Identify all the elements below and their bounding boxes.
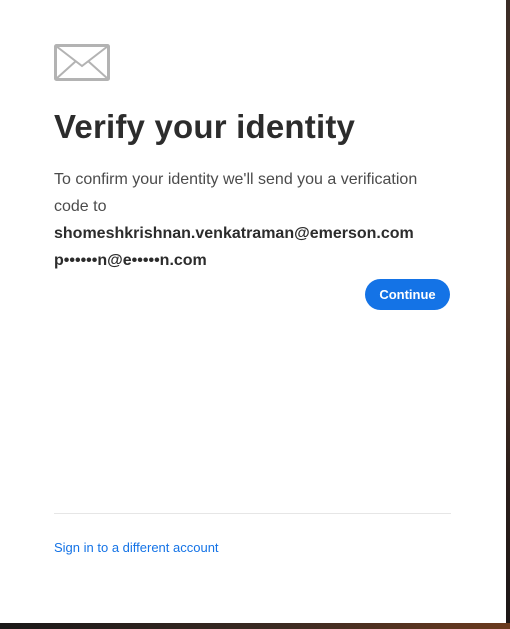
divider — [54, 513, 451, 514]
email-secondary: p••••••n@e•••••n.com — [54, 252, 207, 269]
envelope-icon — [54, 44, 110, 81]
background-right-strip — [506, 0, 510, 629]
email-primary: shomeshkrishnan.venkatraman@emerson.com — [54, 225, 414, 242]
background-bottom-strip — [0, 623, 510, 629]
sign-in-different-account-link[interactable]: Sign in to a different account — [54, 540, 219, 555]
verify-identity-card: Verify your identity To confirm your ide… — [0, 0, 506, 623]
continue-button[interactable]: Continue — [365, 279, 450, 310]
verification-description: To confirm your identity we'll send you … — [54, 166, 454, 274]
page-title: Verify your identity — [54, 108, 356, 145]
description-text: To confirm your identity we'll send you … — [54, 171, 418, 215]
